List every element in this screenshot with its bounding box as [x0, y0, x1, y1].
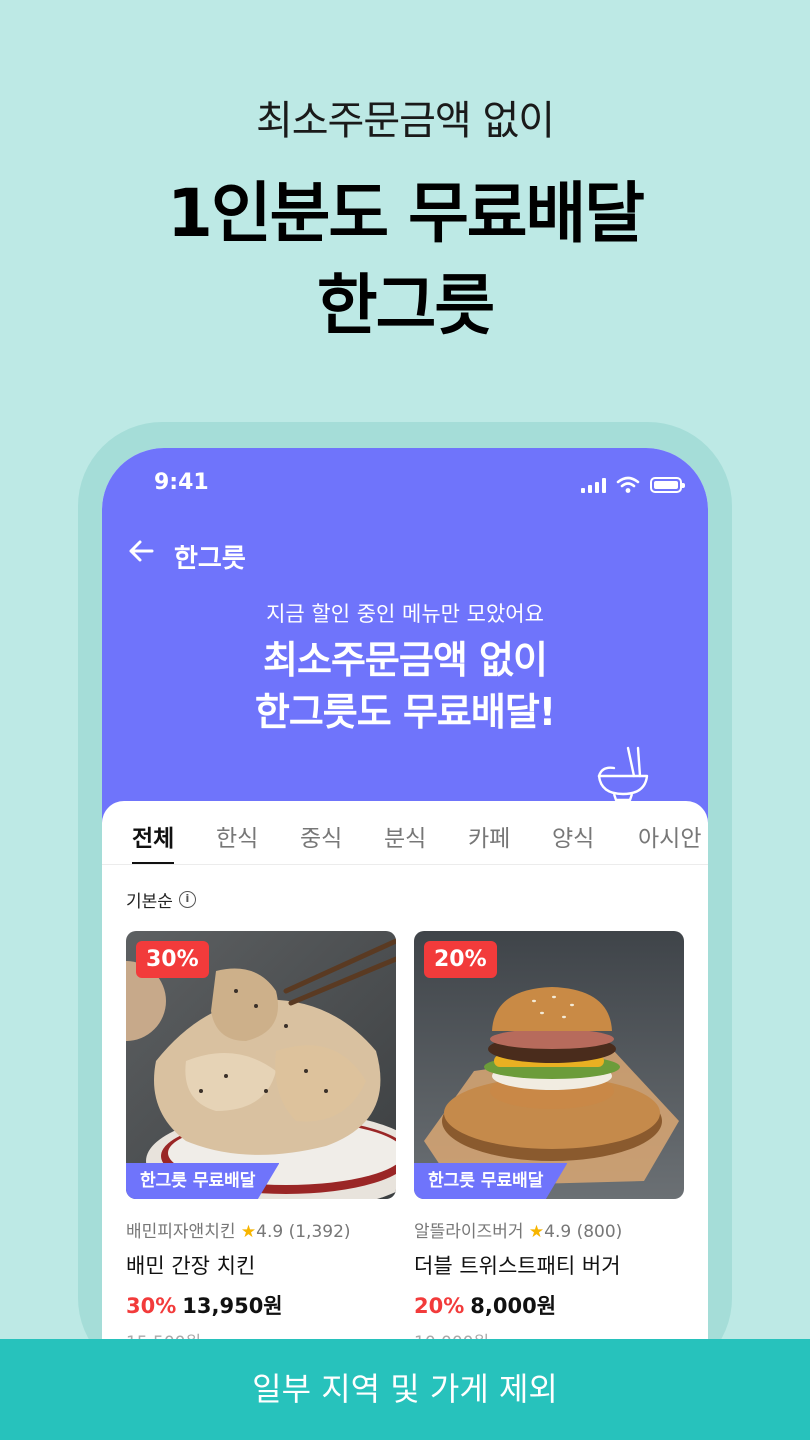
tab-korean[interactable]: 한식: [216, 819, 258, 864]
banner-subtitle: 지금 할인 중인 메뉴만 모았어요: [266, 602, 544, 626]
discount-badge: 20%: [424, 941, 497, 978]
tab-chinese[interactable]: 중식: [300, 819, 342, 864]
promo-subtitle: 최소주문금액 없이: [255, 98, 555, 144]
tab-cafe[interactable]: 카페: [468, 819, 510, 864]
product-image-burger: 20% 한그릇 무료배달: [414, 931, 684, 1199]
tab-western[interactable]: 양식: [552, 819, 594, 864]
banner-title-line2: 한그릇도 무료배달!: [254, 690, 556, 734]
sale-price: 13,950원: [182, 1294, 283, 1318]
sort-label: 기본순: [126, 892, 173, 912]
menu-name: 배민 간장 치킨: [126, 1254, 256, 1278]
store-name: 배민피자앤치킨: [126, 1222, 236, 1242]
free-delivery-tag: 한그릇 무료배달: [414, 1163, 568, 1199]
tab-all[interactable]: 전체: [132, 819, 175, 864]
page-title: 한그릇: [174, 544, 246, 574]
rating: 4.9: [544, 1222, 572, 1242]
content-panel: 전체 한식 중식 분식 카페 양식 아시안 기본순 i 30% 한그릇 무료배달…: [102, 801, 708, 1388]
bowl-chopsticks-icon: [597, 746, 649, 802]
back-arrow-icon[interactable]: [126, 536, 156, 566]
status-icons: [581, 476, 685, 494]
price-line: 30% 13,950원: [126, 1290, 396, 1320]
banner-title-line1: 최소주문금액 없이: [263, 638, 548, 682]
info-icon[interactable]: i: [178, 891, 196, 908]
product-card[interactable]: 30% 한그릇 무료배달 배민피자앤치킨 ★4.9 (1,392) 배민 간장 …: [126, 931, 396, 1353]
menu-name: 더블 트위스트패티 버거: [414, 1254, 621, 1278]
product-card[interactable]: 20% 한그릇 무료배달 알뜰라이즈버거 ★4.9 (800) 더블 트위스트패…: [414, 931, 684, 1353]
discount-percent: 30%: [126, 1294, 177, 1318]
app-header: 9:41 한그릇 지금 할인 중인 메뉴만 모았어요 최소주문금액 없이 한그릇…: [102, 448, 708, 828]
price-line: 20% 8,000원: [414, 1290, 684, 1320]
promo-title: 1인분도 무료배달 한그릇: [0, 168, 810, 352]
cellular-signal-icon: [581, 477, 606, 493]
store-info: 배민피자앤치킨 ★4.9 (1,392): [126, 1217, 396, 1242]
category-tabs: 전체 한식 중식 분식 카페 양식 아시안: [102, 801, 708, 865]
review-count: (1,392): [288, 1222, 351, 1242]
promo-title-line1: 1인분도 무료배달: [167, 175, 645, 252]
sale-price: 8,000원: [470, 1294, 557, 1318]
rating: 4.9: [256, 1222, 284, 1242]
free-delivery-tag: 한그릇 무료배달: [126, 1163, 280, 1199]
store-name: 알뜰라이즈버거: [414, 1222, 524, 1242]
discount-badge: 30%: [136, 941, 209, 978]
footer-notice: 일부 지역 및 가게 제외: [0, 1339, 810, 1440]
review-count: (800): [576, 1222, 623, 1242]
promo-title-line2: 한그릇: [316, 267, 495, 344]
tab-asian[interactable]: 아시안: [638, 819, 701, 864]
wifi-icon: [616, 476, 640, 493]
star-icon: ★: [240, 1222, 257, 1242]
battery-icon: [650, 477, 685, 493]
banner-title: 최소주문금액 없이 한그릇도 무료배달!: [102, 634, 708, 738]
status-time: 9:41: [154, 470, 209, 495]
sort-selector[interactable]: 기본순 i: [126, 887, 196, 912]
tab-snack[interactable]: 분식: [384, 819, 426, 864]
discount-percent: 20%: [414, 1294, 465, 1318]
product-image-chicken: 30% 한그릇 무료배달: [126, 931, 396, 1199]
store-info: 알뜰라이즈버거 ★4.9 (800): [414, 1217, 684, 1242]
star-icon: ★: [528, 1222, 545, 1242]
phone-screen: 9:41 한그릇 지금 할인 중인 메뉴만 모았어요 최소주문금액 없이 한그릇…: [102, 448, 708, 1388]
